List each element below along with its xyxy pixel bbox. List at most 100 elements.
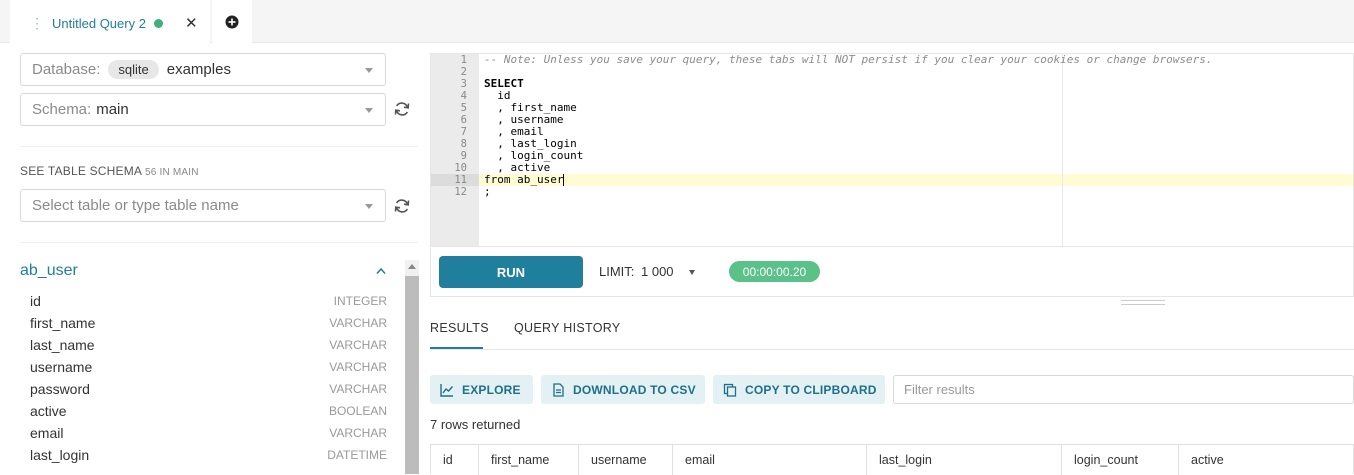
schema-label: Schema: [32,101,92,118]
line-number: 7 [460,126,467,138]
line-number: 5 [460,102,467,114]
close-tab-icon[interactable]: ✕ [185,14,198,32]
tab-untitled-query-2[interactable]: ⋮ Untitled Query 2 ✕ [10,0,210,44]
schema-scrollbar-thumb[interactable] [405,276,419,474]
chevron-down-icon [365,68,373,73]
refresh-tables-icon[interactable] [393,197,411,215]
line-number: 9 [460,150,467,162]
column-name: email [30,425,64,441]
column-row: username VARCHAR [30,356,387,378]
column-name: last_login [30,447,90,463]
column-row: first_name VARCHAR [30,312,387,334]
column-header[interactable]: id [431,445,479,475]
line-number: 2 [460,66,467,78]
filter-results-input[interactable] [893,375,1354,404]
download-csv-label: DOWNLOAD TO CSV [573,382,696,397]
column-name: active [30,403,67,419]
database-select[interactable]: Database: sqlite examples [20,53,386,86]
table-schema-heading: SEE TABLE SCHEMA 56 IN MAIN [20,164,199,178]
column-header[interactable]: last_login [867,445,1062,475]
column-type: VARCHAR [329,360,387,374]
column-header[interactable]: login_count [1062,445,1179,475]
column-name: id [30,293,41,309]
limit-dropdown[interactable]: 1 000 [641,264,674,279]
code-line: ; [484,185,491,198]
copy-to-clipboard-label: COPY TO CLIPBOARD [745,382,877,397]
tab-query-history[interactable]: QUERY HISTORY [514,321,620,335]
column-name: password [30,381,90,397]
limit-label: LIMIT: [599,264,635,279]
column-header[interactable]: username [579,445,673,475]
column-type: VARCHAR [329,338,387,352]
drag-handle-icon[interactable]: ⋮ [30,15,44,32]
column-row: password VARCHAR [30,378,387,400]
tab-results[interactable]: RESULTS [430,321,489,335]
file-icon [553,382,564,397]
sql-editor[interactable]: 1 2 3 4 5 6 7 8 9 10 11 12 -- Note: Unle… [430,53,1354,247]
copy-to-clipboard-button[interactable]: COPY TO CLIPBOARD [713,375,885,404]
divider [20,242,418,243]
query-tab-bar: ⋮ Untitled Query 2 ✕ [0,0,1354,44]
chevron-down-icon[interactable] [689,270,695,275]
database-value: examples [166,61,231,78]
plus-circle-icon [225,15,239,28]
download-csv-button[interactable]: DOWNLOAD TO CSV [541,375,705,404]
table-name-heading[interactable]: ab_user [20,262,78,280]
refresh-schema-icon[interactable] [393,100,411,118]
explore-button[interactable]: EXPLORE [430,375,533,404]
resize-handle[interactable] [1121,300,1165,301]
explore-label: EXPLORE [462,382,521,397]
column-type: DATETIME [327,448,387,462]
run-button[interactable]: RUN [439,256,583,288]
tab-title: Untitled Query 2 [52,15,146,31]
chevron-up-icon[interactable] [376,267,386,275]
line-chart-icon [440,383,454,397]
table-schema-heading-text: SEE TABLE SCHEMA [20,164,142,178]
line-number: 10 [454,162,467,174]
column-type: VARCHAR [329,316,387,330]
line-number: 3 [460,78,467,90]
column-type: VARCHAR [329,382,387,396]
column-row: id INTEGER [30,290,387,312]
database-label: Database: [32,61,101,78]
line-number: 4 [460,90,467,102]
code-line: -- Note: Unless you save your query, the… [484,53,1213,66]
table-select-placeholder: Select table or type table name [32,197,239,214]
schema-select[interactable]: Schema: main [20,93,386,126]
table-select[interactable]: Select table or type table name [20,189,386,222]
resize-handle[interactable] [1121,304,1165,305]
column-type: BOOLEAN [328,404,387,418]
line-number: 11 [454,174,467,186]
schema-value: main [96,101,129,118]
chevron-down-icon [365,204,373,209]
column-row: last_login DATETIME [30,444,387,466]
copy-icon [723,383,737,397]
column-header[interactable]: first_name [479,445,579,475]
status-dot-icon [153,18,163,28]
column-row: email VARCHAR [30,422,387,444]
query-timer-badge: 00:00:00.20 [729,261,820,282]
line-number: 12 [454,186,467,198]
rows-returned-label: 7 rows returned [430,417,521,432]
add-tab-button[interactable] [212,0,252,43]
table-count: 56 IN MAIN [145,167,199,178]
text-cursor [563,174,565,186]
line-number: 1 [460,54,467,66]
column-row: active BOOLEAN [30,400,387,422]
column-type: INTEGER [333,294,387,308]
code-line: from ab_user [484,173,564,186]
chevron-down-icon [365,108,373,113]
column-header[interactable]: email [673,445,867,475]
column-name: first_name [30,315,96,331]
results-grid-header: id first_name username email last_login … [430,444,1354,475]
print-margin [1062,54,1063,246]
column-type: VARCHAR [329,426,387,440]
column-header[interactable]: active [1179,445,1353,475]
divider [20,146,418,147]
column-name: last_name [30,337,95,353]
line-number: 6 [460,114,467,126]
column-name: username [30,359,93,375]
active-line-highlight [431,174,1353,186]
scroll-up-arrow-icon[interactable] [408,264,416,269]
column-row: last_name VARCHAR [30,334,387,356]
